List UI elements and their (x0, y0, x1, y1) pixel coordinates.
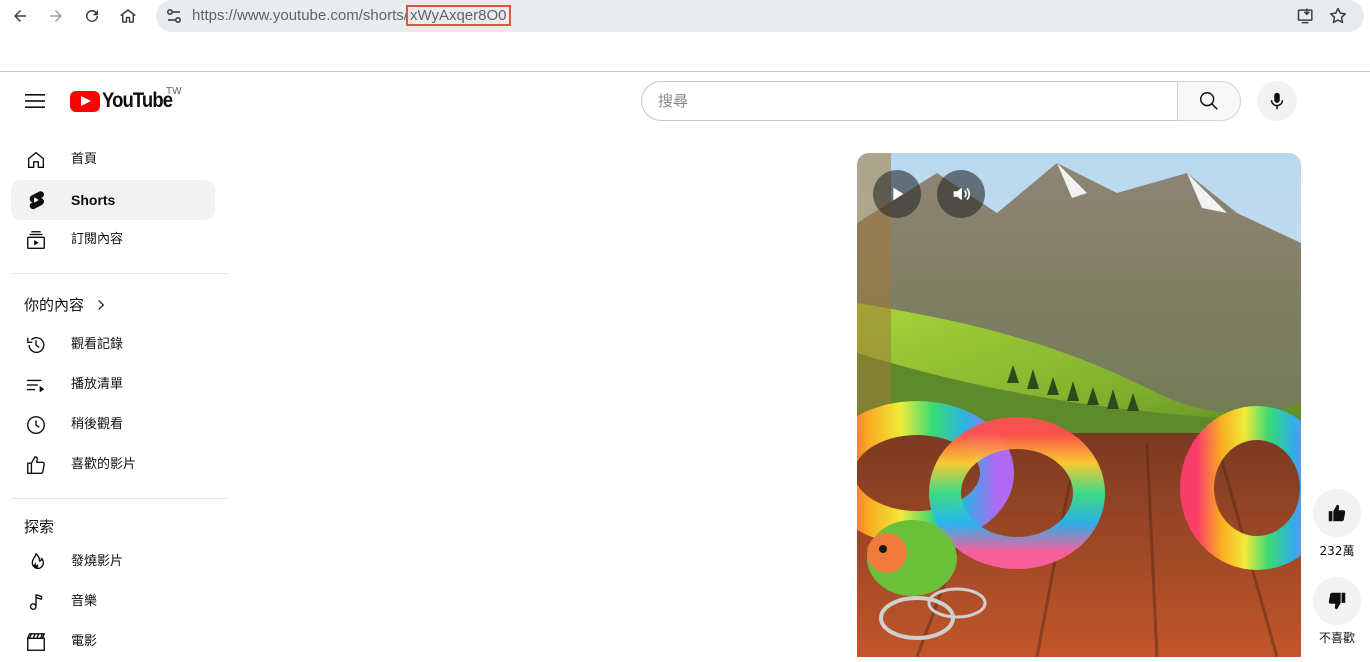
bookmark-star-icon[interactable] (1326, 4, 1350, 28)
thumbs-down-filled-icon (1328, 592, 1346, 610)
sidebar-item-liked-videos[interactable]: 喜歡的影片 (11, 445, 215, 485)
sidebar-item-label: Shorts (71, 192, 116, 208)
volume-icon (953, 187, 971, 201)
thumbs-up-filled-icon (1328, 504, 1346, 522)
music-icon (24, 590, 48, 614)
search-icon (1200, 92, 1218, 110)
sidebar-item-label: 訂閱內容 (71, 232, 124, 247)
sidebar-item-label: 喜歡的影片 (71, 457, 137, 472)
logo-text: YouTube (102, 89, 173, 112)
sidebar-divider (11, 273, 228, 274)
search-box (641, 81, 1241, 121)
reload-icon[interactable] (80, 4, 104, 28)
explore-section-title: 探索 (24, 515, 54, 539)
sidebar-item-shorts[interactable]: Shorts (11, 180, 215, 220)
thumbs-up-icon (24, 453, 48, 477)
sidebar-divider (11, 498, 228, 499)
browser-toolbar: https://www.youtube.com/shorts/xWyAxqer8… (0, 0, 1370, 72)
youtube-play-icon (70, 90, 100, 112)
sidebar-item-subscriptions[interactable]: 訂閱內容 (11, 220, 215, 260)
sidebar-item-watch-later[interactable]: 稍後觀看 (11, 405, 215, 445)
sidebar-item-label: 首頁 (71, 152, 98, 167)
voice-search-button[interactable] (1257, 81, 1297, 121)
address-bar[interactable]: https://www.youtube.com/shorts/xWyAxqer8… (156, 0, 1364, 32)
microphone-icon (1270, 92, 1284, 110)
like-count: 232萬 (1319, 544, 1355, 558)
sidebar-item-music[interactable]: 音樂 (11, 582, 215, 622)
shorts-video-player[interactable] (857, 153, 1301, 657)
logo-region: TW (166, 86, 182, 97)
url-text: https://www.youtube.com/shorts/xWyAxqer8… (192, 5, 511, 26)
you-section-title[interactable]: 你的內容 (24, 293, 110, 317)
sidebar-item-home[interactable]: 首頁 (11, 140, 215, 180)
home-browser-icon[interactable] (116, 4, 140, 28)
sidebar-item-playlists[interactable]: 播放清單 (11, 365, 215, 405)
home-icon (24, 148, 48, 172)
video-frame (857, 153, 1301, 657)
forward-icon[interactable] (44, 4, 68, 28)
play-icon (893, 187, 904, 201)
like-button[interactable] (1313, 489, 1361, 537)
film-icon (24, 630, 48, 654)
sidebar-item-label: 電影 (71, 634, 98, 649)
youtube-logo[interactable]: YouTube (70, 89, 182, 113)
play-button[interactable] (873, 170, 921, 218)
url-prefix: https://www.youtube.com/shorts/ (192, 7, 408, 24)
sidebar-item-movies[interactable]: 電影 (11, 622, 215, 662)
search-button[interactable] (1177, 81, 1241, 121)
sidebar-item-label: 稍後觀看 (71, 417, 124, 432)
history-icon (24, 333, 48, 357)
dislike-button[interactable] (1313, 577, 1361, 625)
install-app-icon[interactable] (1294, 4, 1318, 28)
dislike-label: 不喜歡 (1318, 631, 1355, 645)
volume-button[interactable] (937, 170, 985, 218)
sidebar-item-label: 播放清單 (71, 377, 124, 392)
sidebar-item-label: 發燒影片 (71, 554, 124, 569)
subscriptions-icon (24, 228, 48, 252)
clock-icon (24, 413, 48, 437)
sidebar-item-history[interactable]: 觀看記錄 (11, 325, 215, 365)
you-section-label: 你的內容 (24, 296, 85, 314)
explore-section-label: 探索 (24, 518, 55, 536)
back-icon[interactable] (8, 4, 32, 28)
trending-icon (24, 550, 48, 574)
chevron-right-icon (98, 300, 105, 310)
playlist-icon (24, 373, 48, 397)
sidebar-item-trending[interactable]: 發燒影片 (11, 542, 215, 582)
search-input[interactable] (641, 81, 1178, 121)
sidebar-item-label: 音樂 (71, 594, 98, 609)
shorts-icon (24, 188, 48, 212)
url-video-id: xWyAxqer8O0 (405, 5, 511, 26)
guide-menu-icon[interactable] (22, 89, 48, 113)
sidebar-item-label: 觀看記錄 (71, 337, 124, 352)
site-settings-icon[interactable] (164, 6, 184, 26)
